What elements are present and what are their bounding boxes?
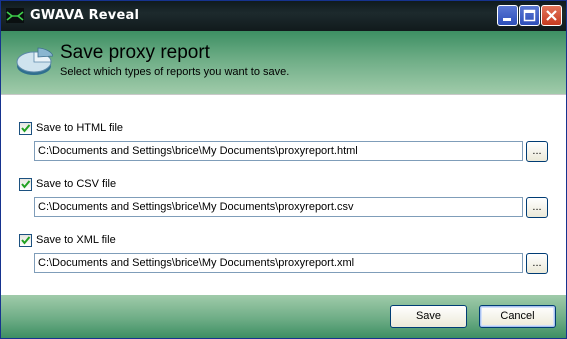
window-title: GWAVA Reveal — [30, 8, 140, 23]
checkmark-icon — [21, 124, 31, 133]
minimize-icon — [503, 18, 511, 21]
minimize-button[interactable] — [497, 5, 518, 26]
gwava-app-icon — [6, 8, 24, 23]
dialog-title: Save proxy report — [60, 42, 210, 63]
xml-checkbox-label: Save to XML file — [36, 234, 116, 246]
maximize-icon — [523, 9, 536, 22]
cancel-button[interactable]: Cancel — [479, 305, 556, 328]
maximize-button[interactable] — [519, 5, 540, 26]
xml-browse-button[interactable]: ... — [526, 253, 548, 274]
csv-checkbox-label: Save to CSV file — [36, 178, 117, 190]
options-panel: Save to HTML file C:\Documents and Setti… — [1, 94, 566, 295]
checkmark-icon — [21, 180, 31, 189]
html-browse-button[interactable]: ... — [526, 141, 548, 162]
csv-path-field[interactable]: C:\Documents and Settings\brice\My Docum… — [34, 197, 523, 217]
title-bar[interactable]: GWAVA Reveal — [1, 1, 566, 31]
html-path-value: C:\Documents and Settings\brice\My Docum… — [38, 145, 358, 157]
csv-browse-button[interactable]: ... — [526, 197, 548, 218]
pie-chart-icon — [15, 44, 54, 78]
html-checkbox[interactable] — [19, 122, 32, 135]
checkmark-icon — [21, 236, 31, 245]
xml-path-value: C:\Documents and Settings\brice\My Docum… — [38, 257, 355, 269]
xml-checkbox[interactable] — [19, 234, 32, 247]
xml-path-field[interactable]: C:\Documents and Settings\brice\My Docum… — [34, 253, 523, 273]
close-icon — [546, 10, 557, 21]
dialog-subtitle: Select which types of reports you want t… — [60, 66, 290, 78]
close-button[interactable] — [541, 5, 562, 26]
dialog-footer: Save Cancel — [1, 295, 566, 338]
dialog-header: Save proxy report Select which types of … — [1, 31, 566, 94]
html-checkbox-label: Save to HTML file — [36, 122, 124, 134]
csv-checkbox[interactable] — [19, 178, 32, 191]
html-path-field[interactable]: C:\Documents and Settings\brice\My Docum… — [34, 141, 523, 161]
save-proxy-report-window: GWAVA Reveal Save proxy report Select wh… — [0, 0, 567, 339]
save-button[interactable]: Save — [390, 305, 467, 328]
csv-path-value: C:\Documents and Settings\brice\My Docum… — [38, 201, 354, 213]
